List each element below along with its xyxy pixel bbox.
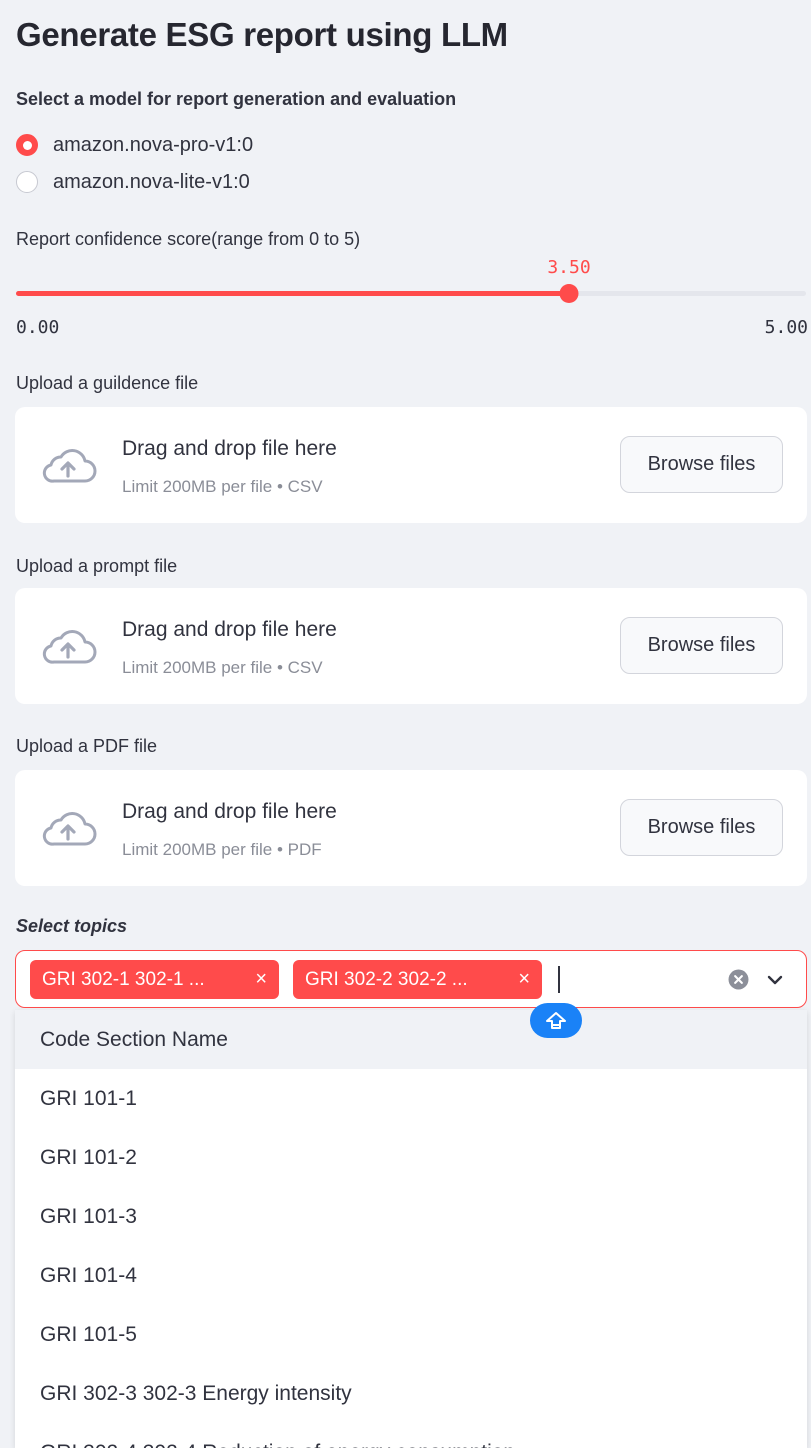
floating-action-button[interactable] xyxy=(530,1003,582,1038)
dropzone-subtitle: Limit 200MB per file • PDF xyxy=(122,840,322,859)
radio-option-nova-pro[interactable]: amazon.nova-pro-v1:0 xyxy=(16,131,253,159)
upload-arrow-icon xyxy=(546,1011,566,1029)
cloud-upload-icon xyxy=(42,630,97,664)
confidence-slider-label: Report confidence score(range from 0 to … xyxy=(16,229,361,249)
browse-files-button[interactable]: Browse files xyxy=(620,799,783,856)
dropzone-title: Drag and drop file here xyxy=(122,618,337,641)
slider-max-label: 5.00 xyxy=(764,317,808,338)
dropdown-option[interactable]: GRI 101-5 xyxy=(15,1305,807,1364)
slider-thumb[interactable] xyxy=(559,284,579,303)
upload-prompt-label: Upload a prompt file xyxy=(16,556,178,576)
clear-all-icon[interactable] xyxy=(728,969,749,990)
upload-pdf-label: Upload a PDF file xyxy=(16,736,158,756)
slider-track[interactable] xyxy=(16,291,806,296)
dropdown-option[interactable]: GRI 101-1 xyxy=(15,1069,807,1128)
radio-option-label: amazon.nova-lite-v1:0 xyxy=(53,170,250,193)
dropzone-subtitle: Limit 200MB per file • CSV xyxy=(122,658,323,677)
dropzone-pdf[interactable]: Drag and drop file here Limit 200MB per … xyxy=(15,770,807,886)
dropdown-option[interactable]: GRI 101-3 xyxy=(15,1187,807,1246)
radio-option-label: amazon.nova-pro-v1:0 xyxy=(53,133,254,156)
page: Generate ESG report using LLM Select a m… xyxy=(0,0,811,1448)
dropdown-header: Code Section Name xyxy=(15,1010,807,1069)
chevron-down-icon[interactable] xyxy=(765,970,785,990)
chip-label: GRI 302-1 302-1 ... xyxy=(42,968,205,990)
cloud-upload-icon xyxy=(42,812,97,846)
cloud-upload-icon xyxy=(42,449,97,483)
chip-label: GRI 302-2 302-2 ... xyxy=(305,968,468,990)
dropdown-option[interactable]: GRI 101-4 xyxy=(15,1246,807,1305)
browse-files-button[interactable]: Browse files xyxy=(620,436,783,493)
radio-option-nova-lite[interactable]: amazon.nova-lite-v1:0 xyxy=(16,168,250,196)
topics-label: Select topics xyxy=(16,916,128,936)
model-select-label: Select a model for report generation and… xyxy=(16,89,457,109)
topic-chip: GRI 302-2 302-2 ... × xyxy=(293,960,542,999)
chip-remove-icon[interactable]: × xyxy=(255,968,267,991)
slider-current-value: 3.50 xyxy=(547,257,591,278)
slider-fill xyxy=(16,291,569,296)
dropzone-subtitle: Limit 200MB per file • CSV xyxy=(122,477,323,496)
topic-chip: GRI 302-1 302-1 ... × xyxy=(30,960,279,999)
dropzone-title: Drag and drop file here xyxy=(122,437,337,460)
topics-multiselect[interactable]: GRI 302-1 302-1 ... × GRI 302-2 302-2 ..… xyxy=(15,950,807,1008)
radio-selected-icon[interactable] xyxy=(16,134,38,156)
slider-min-label: 0.00 xyxy=(16,317,60,338)
upload-guidance-label: Upload a guildence file xyxy=(16,373,199,393)
dropzone-prompt[interactable]: Drag and drop file here Limit 200MB per … xyxy=(15,588,807,704)
radio-unselected-icon[interactable] xyxy=(16,171,38,193)
chip-remove-icon[interactable]: × xyxy=(518,968,530,991)
dropzone-title: Drag and drop file here xyxy=(122,800,337,823)
dropdown-option[interactable]: GRI 101-2 xyxy=(15,1128,807,1187)
topics-dropdown: Code Section Name GRI 101-1 GRI 101-2 GR… xyxy=(15,1010,807,1448)
dropzone-guidance[interactable]: Drag and drop file here Limit 200MB per … xyxy=(15,407,807,523)
text-caret xyxy=(558,966,560,993)
dropdown-option[interactable]: GRI 302-4 302-4 Reduction of energy cons… xyxy=(15,1423,807,1448)
page-title: Generate ESG report using LLM xyxy=(16,16,508,53)
dropdown-option[interactable]: GRI 302-3 302-3 Energy intensity xyxy=(15,1364,807,1423)
browse-files-button[interactable]: Browse files xyxy=(620,617,783,674)
